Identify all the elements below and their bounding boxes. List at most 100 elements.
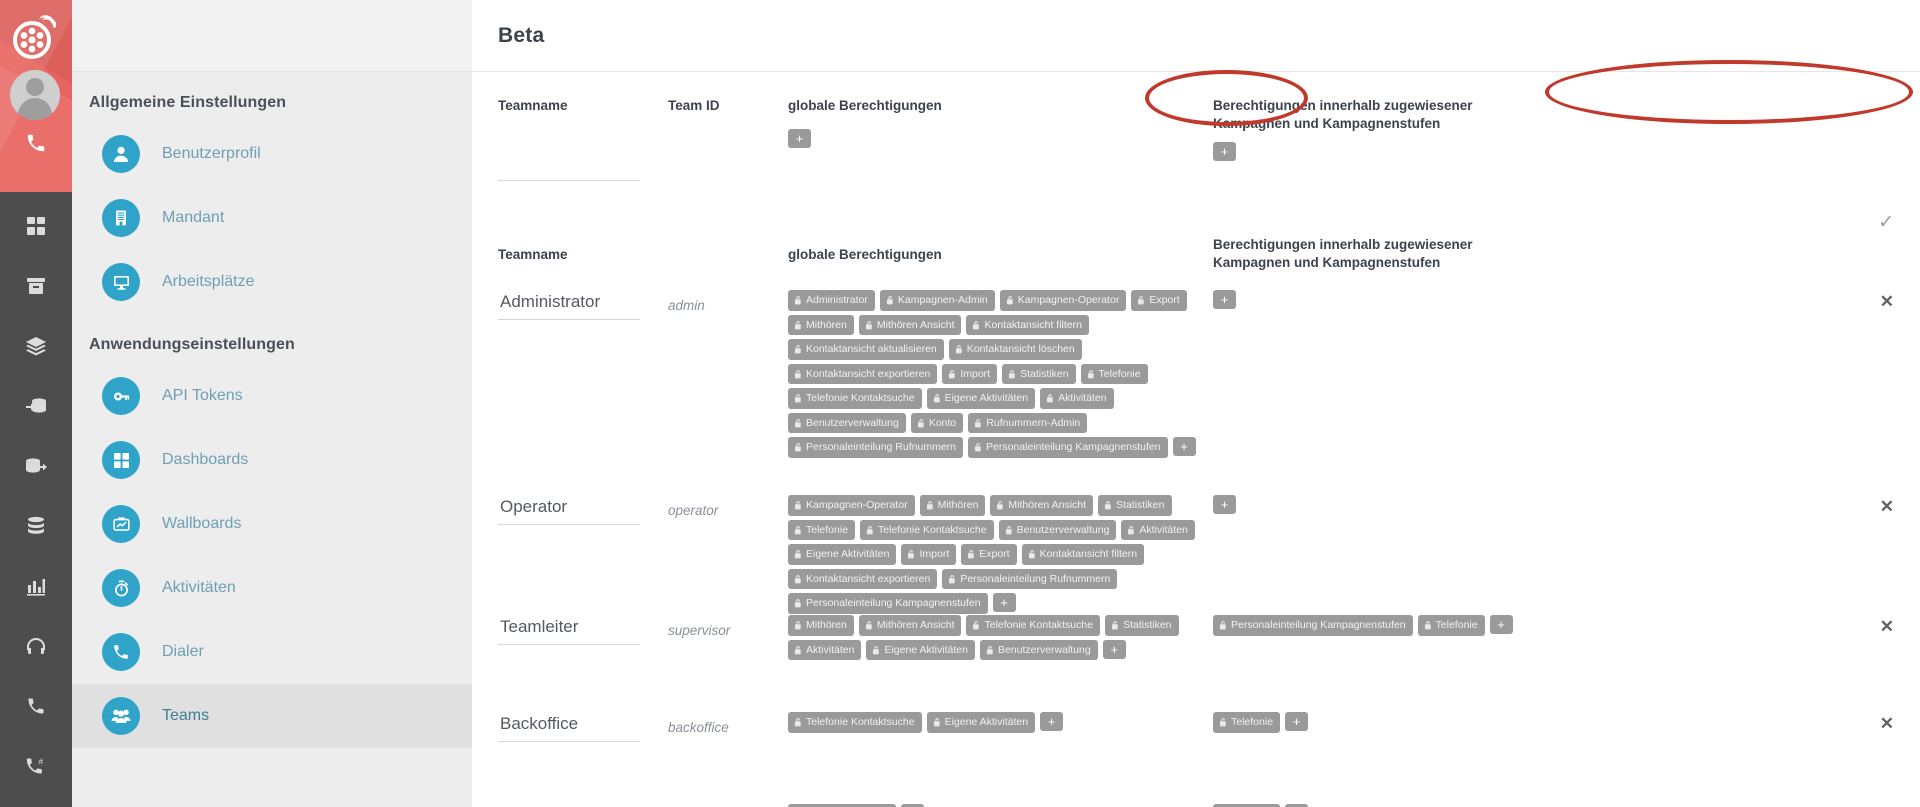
- permission-tag[interactable]: Mithören Ansicht: [858, 314, 962, 335]
- rail-item-layers[interactable]: [0, 316, 72, 376]
- permission-tag[interactable]: Kampagnen-Operator: [999, 290, 1127, 311]
- rail-item-archive[interactable]: [0, 256, 72, 316]
- permission-tag[interactable]: Kontaktansicht löschen: [948, 339, 1082, 360]
- rail-item-dashboard[interactable]: [0, 196, 72, 256]
- sidebar-item-benutzerprofil[interactable]: Benutzerprofil: [72, 122, 472, 186]
- permission-tag[interactable]: Export: [1131, 290, 1187, 311]
- permission-tag[interactable]: Statistiken: [1002, 363, 1076, 384]
- permission-tag[interactable]: Telefonie Kontaktsuche: [860, 519, 994, 540]
- user-avatar[interactable]: [10, 70, 60, 120]
- permission-tag[interactable]: Statistiken: [1098, 495, 1172, 516]
- permission-tag[interactable]: Aktivitäten: [1040, 388, 1114, 409]
- permission-tag[interactable]: Kontaktansicht filtern: [966, 314, 1089, 335]
- permission-tag[interactable]: Administrator: [788, 290, 875, 311]
- permission-tag[interactable]: Kontaktansicht exportieren: [788, 568, 938, 589]
- permission-tag[interactable]: Eigene Aktivitäten: [866, 639, 975, 660]
- rail-item-dialer[interactable]: #: [0, 736, 72, 796]
- add-global-permission-button[interactable]: +: [1102, 639, 1126, 659]
- permission-tag[interactable]: Telefonie Kontaktsuche: [788, 712, 922, 733]
- close-x-icon[interactable]: ✕: [1880, 497, 1894, 517]
- permission-tag[interactable]: Eigene Aktivitäten: [788, 544, 897, 565]
- rail-item-import[interactable]: [0, 376, 72, 436]
- sidebar-item-teams[interactable]: Teams: [72, 684, 472, 748]
- rail-item-headset[interactable]: [0, 616, 72, 676]
- permission-tag[interactable]: Telefonie Kontaktsuche: [788, 388, 922, 409]
- permission-tag[interactable]: Benutzerverwaltung: [979, 639, 1098, 660]
- add-campaign-permission-button[interactable]: +: [1213, 142, 1236, 162]
- rail-item-export[interactable]: [0, 436, 72, 496]
- sidebar-item-wallboards[interactable]: Wallboards: [72, 492, 472, 556]
- permission-tag[interactable]: Kontaktansicht aktualisieren: [788, 339, 944, 360]
- sidebar-item-dashboards[interactable]: Dashboards: [72, 428, 472, 492]
- lock-icon: [794, 320, 802, 330]
- rail-item-phone[interactable]: [0, 676, 72, 736]
- sidebar-item-aktivitaeten[interactable]: Aktivitäten: [72, 556, 472, 620]
- rail-item-database[interactable]: [0, 496, 72, 556]
- phone-dial-icon: #: [25, 756, 47, 776]
- new-teamname-input[interactable]: [498, 151, 640, 182]
- permission-tag[interactable]: Aktivitäten: [1121, 519, 1195, 540]
- permission-tag[interactable]: Telefonie: [1080, 363, 1148, 384]
- add-global-permission-button[interactable]: +: [1040, 712, 1064, 731]
- teamname-input[interactable]: [498, 495, 640, 525]
- permission-tag[interactable]: Personaleinteilung Rufnummern: [942, 568, 1118, 589]
- permission-tag-label: Kontaktansicht filtern: [984, 318, 1082, 331]
- rail-item-activities[interactable]: [0, 796, 72, 807]
- permission-tag[interactable]: Telefonie Kontaktsuche: [966, 615, 1101, 636]
- sidebar-item-mandant[interactable]: Mandant: [72, 186, 472, 250]
- permission-tag[interactable]: Telefonie: [788, 519, 856, 540]
- teamname-input[interactable]: [498, 615, 640, 645]
- permission-tag[interactable]: Telefonie: [1213, 712, 1281, 733]
- sidebar-item-api-tokens[interactable]: API Tokens: [72, 364, 472, 428]
- permission-tag[interactable]: Aktivitäten: [788, 639, 862, 660]
- permission-tag[interactable]: Benutzerverwaltung: [788, 412, 906, 433]
- permission-tag[interactable]: Kampagnen-Operator: [788, 495, 915, 516]
- rail-item-statistics[interactable]: [0, 556, 72, 616]
- permission-tag[interactable]: Kontaktansicht exportieren: [788, 363, 938, 384]
- permission-tag[interactable]: Personaleinteilung Kampagnenstufen: [968, 437, 1168, 458]
- permission-tag-label: Mithören Ansicht: [876, 619, 955, 631]
- cell-campaign-permissions: Personaleinteilung Kampagnenstufen Telefo…: [1213, 605, 1653, 702]
- add-campaign-permission-button[interactable]: +: [1285, 712, 1309, 731]
- permission-tag[interactable]: Mithören: [788, 314, 854, 335]
- add-global-permission-button[interactable]: +: [788, 129, 811, 149]
- lock-icon: [794, 525, 802, 535]
- close-x-icon[interactable]: ✕: [1880, 714, 1894, 734]
- teamname-input[interactable]: [498, 712, 640, 742]
- close-x-icon[interactable]: ✕: [1880, 617, 1894, 637]
- lock-icon: [794, 344, 802, 354]
- add-global-permission-button[interactable]: +: [1172, 437, 1196, 456]
- permission-tag[interactable]: Mithören Ansicht: [858, 615, 962, 636]
- teamname-input[interactable]: [498, 290, 640, 320]
- rail-phone-status-icon[interactable]: [0, 132, 72, 159]
- permission-tag[interactable]: Kontaktansicht filtern: [1021, 544, 1145, 565]
- sidebar-item-arbeitsplaetze[interactable]: Arbeitsplätze: [72, 250, 472, 314]
- permission-tag[interactable]: Eigene Aktivitäten: [926, 388, 1036, 409]
- comet-film-reel-logo[interactable]: [8, 10, 64, 66]
- permission-tag[interactable]: Konto: [910, 412, 964, 433]
- permission-tag[interactable]: Mithören: [919, 495, 986, 516]
- permission-tag[interactable]: Kampagnen-Admin: [879, 290, 995, 311]
- close-x-icon[interactable]: ✕: [1880, 292, 1894, 312]
- add-campaign-permission-button[interactable]: +: [1489, 615, 1513, 634]
- table-row: agentEigene Aktivitäten+Telefonie+✕: [472, 794, 1920, 807]
- permission-tag[interactable]: Rufnummern-Admin: [968, 412, 1088, 433]
- lock-icon: [972, 620, 980, 630]
- permission-tag[interactable]: Statistiken: [1105, 615, 1179, 636]
- permission-tag[interactable]: Personaleinteilung Rufnummern: [788, 437, 963, 458]
- lock-icon: [1137, 295, 1145, 305]
- permission-tag[interactable]: Personaleinteilung Kampagnenstufen: [1213, 615, 1413, 636]
- permission-tag[interactable]: Telefonie: [1417, 615, 1485, 636]
- add-campaign-permission-button[interactable]: +: [1213, 495, 1236, 514]
- permission-tag[interactable]: Export: [961, 544, 1017, 565]
- permission-tag-label: Benutzerverwaltung: [806, 416, 899, 429]
- permission-tag[interactable]: Mithören: [788, 615, 854, 636]
- sidebar-item-dialer[interactable]: Dialer: [72, 620, 472, 684]
- permission-tag[interactable]: Benutzerverwaltung: [998, 519, 1117, 540]
- permission-tag[interactable]: Import: [901, 544, 957, 565]
- add-campaign-permission-button[interactable]: +: [1213, 290, 1236, 309]
- permission-tag[interactable]: Import: [942, 363, 998, 384]
- permission-tag[interactable]: Eigene Aktivitäten: [926, 712, 1036, 733]
- permission-tag[interactable]: Mithören Ansicht: [990, 495, 1094, 516]
- lock-icon: [1111, 620, 1119, 630]
